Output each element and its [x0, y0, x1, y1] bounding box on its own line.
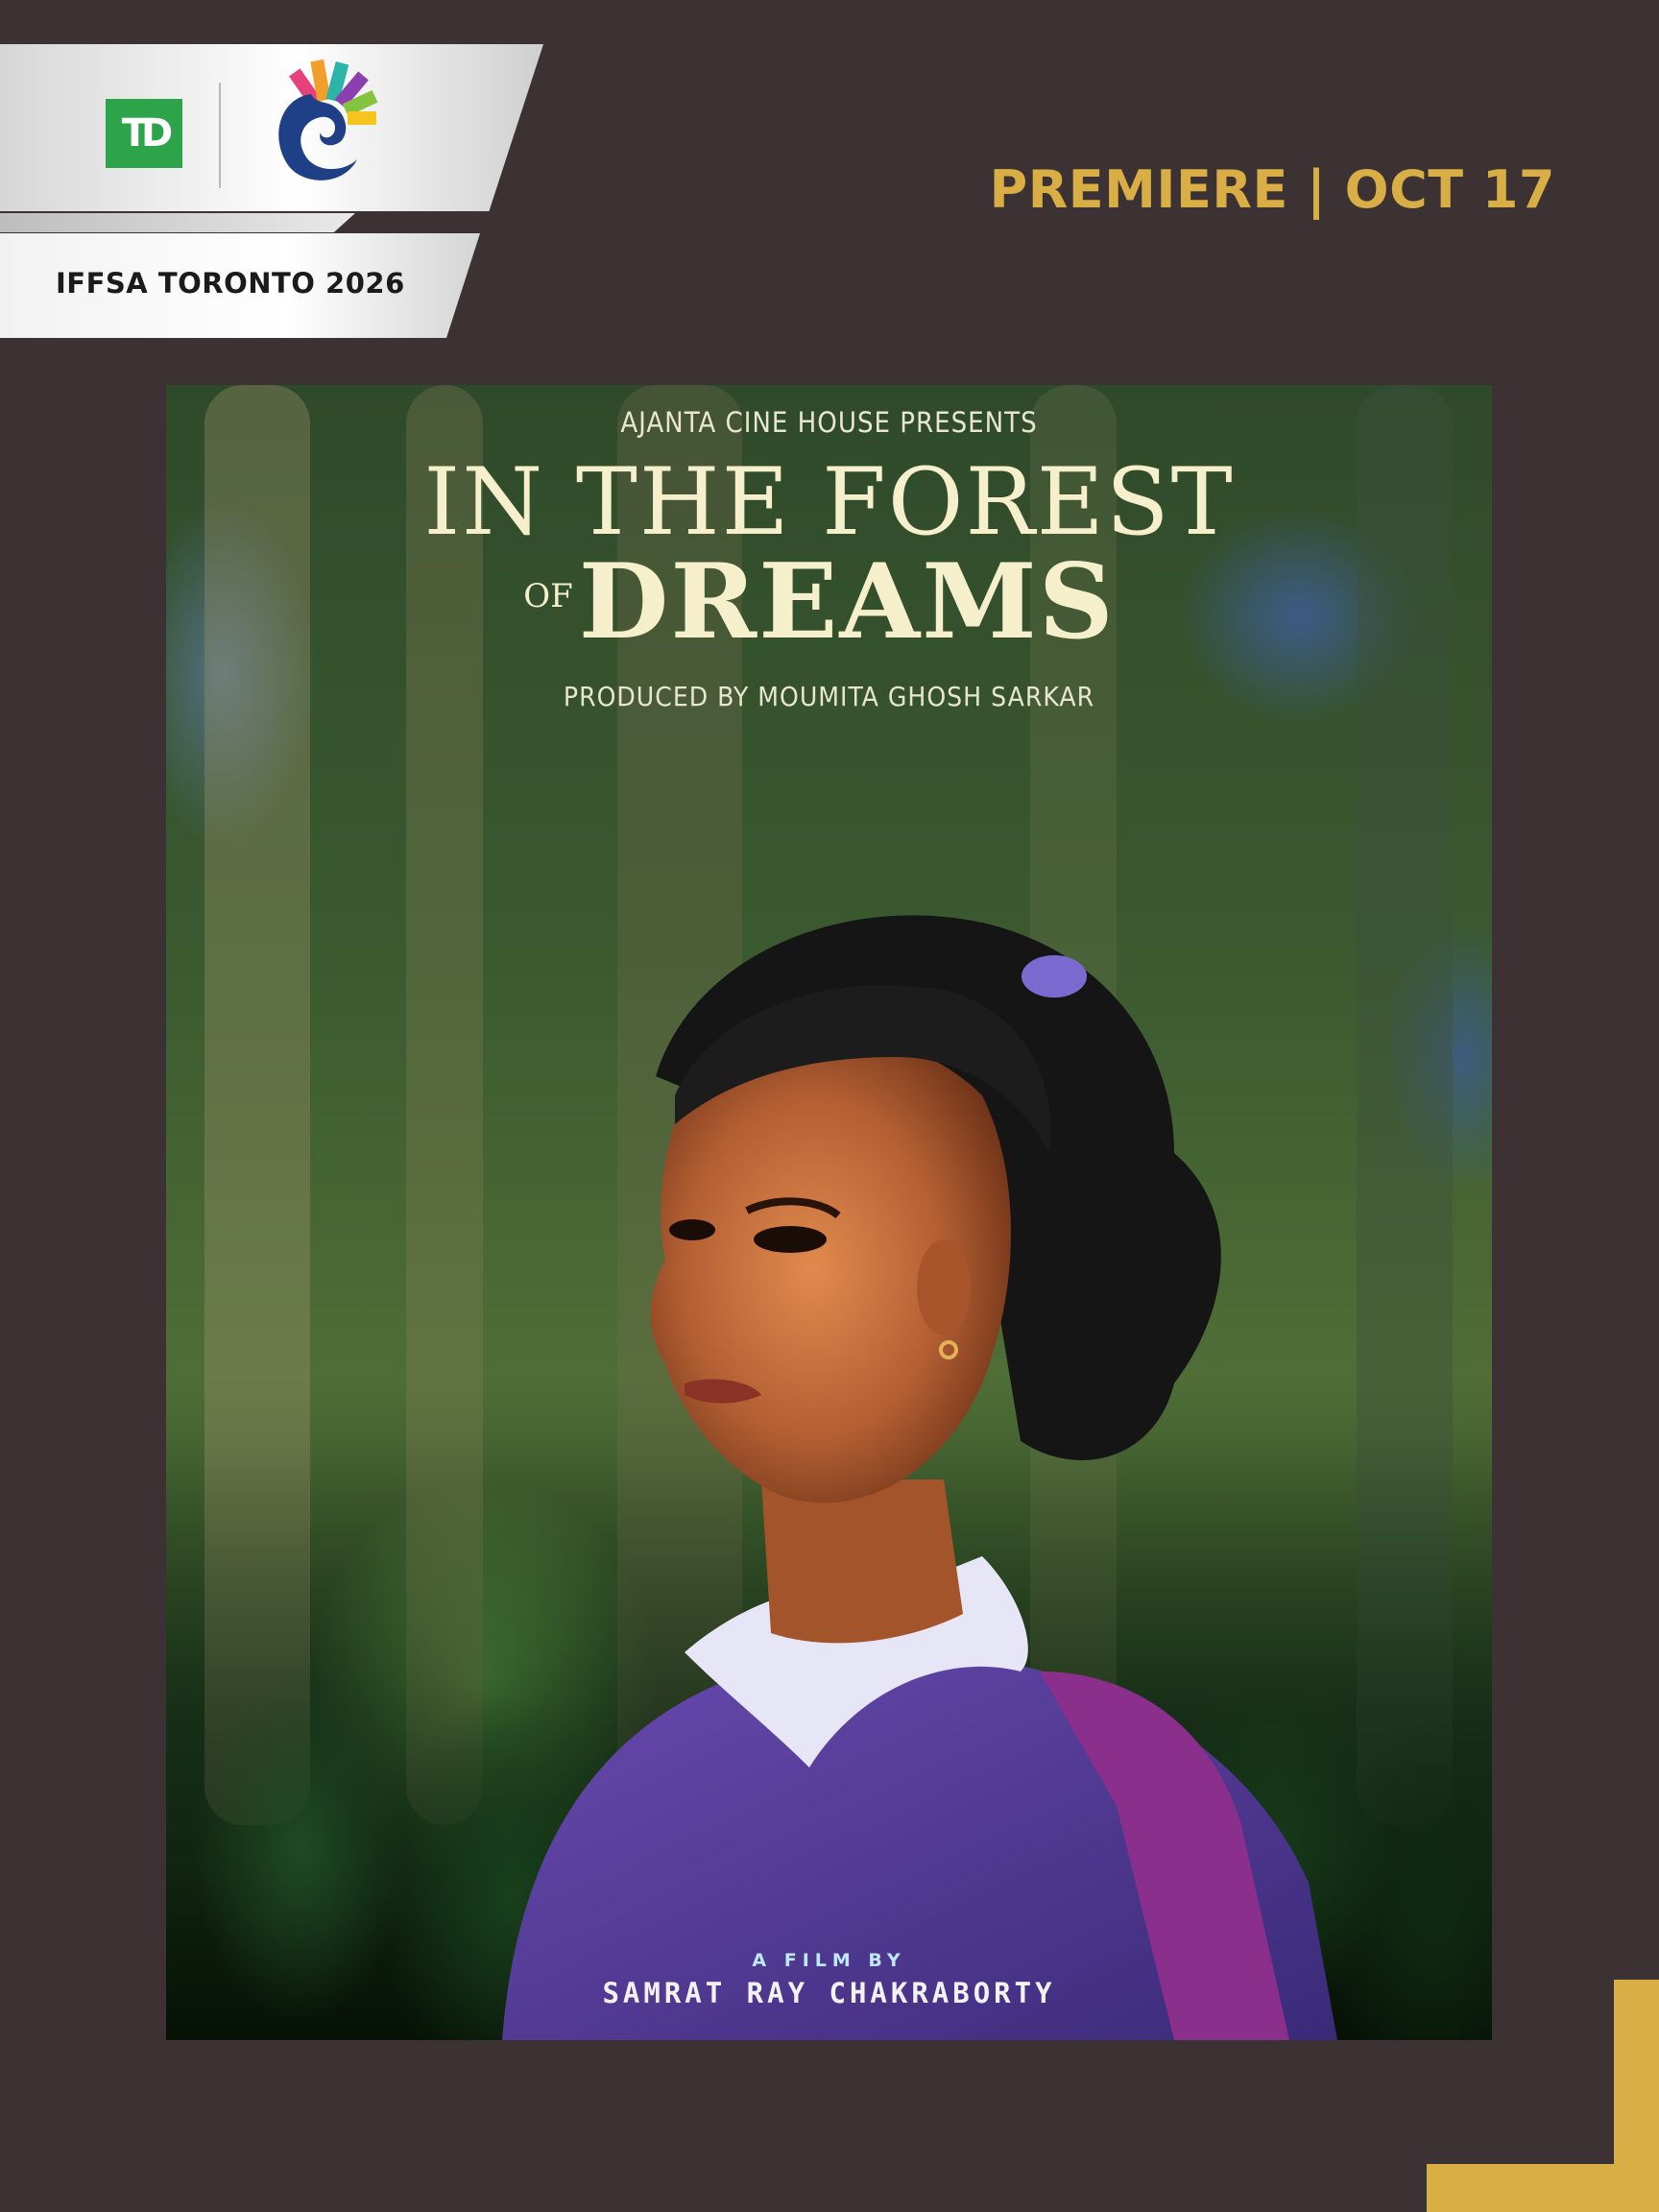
girl-portrait — [502, 915, 1337, 2040]
peacock-film-strip-icon — [278, 60, 378, 180]
poster-title-dreams: DREAMS — [578, 541, 1116, 662]
logo-divider — [219, 83, 221, 188]
poster-title-line2: OFDREAMS — [166, 541, 1492, 662]
poster-director: SAMRAT RAY CHAKRABORTY — [602, 1977, 1056, 2009]
corner-accent-horizontal — [1427, 2164, 1659, 2212]
poster-title-of: OF — [523, 577, 573, 615]
poster-producer: PRODUCED BY MOUMITA GHOSH SARKAR — [563, 681, 1095, 712]
film-poster: AJANTA CINE HOUSE PRESENTS IN THE FOREST… — [166, 385, 1492, 2040]
festival-label: IFFSA TORONTO 2026 — [56, 267, 405, 300]
premiere-date: PREMIERE | OCT 17 — [989, 159, 1555, 220]
poster-title-line1: IN THE FOREST — [423, 448, 1235, 556]
td-logo: TD — [106, 99, 182, 168]
poster-presents: AJANTA CINE HOUSE PRESENTS — [620, 406, 1038, 439]
poster-film-by: A FILM BY — [752, 1950, 906, 1971]
banner-divider-strip — [0, 213, 355, 232]
